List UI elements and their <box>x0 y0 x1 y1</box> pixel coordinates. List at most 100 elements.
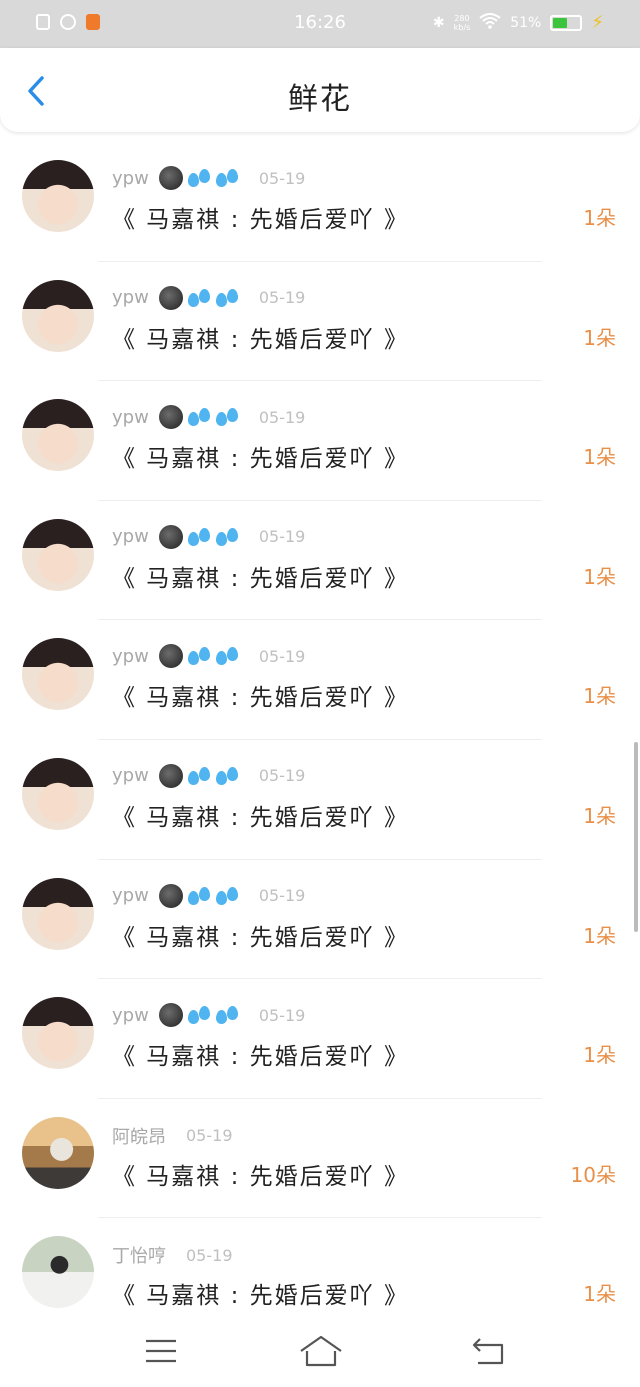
name-emoji <box>158 1003 239 1028</box>
battery-percent: 51% <box>510 14 542 31</box>
dark-moon-icon <box>158 405 183 430</box>
network-speed: 280 kb/s <box>453 13 471 32</box>
gift-date: 05-19 <box>258 886 306 906</box>
sweat-drops-icon <box>187 405 211 429</box>
avatar[interactable] <box>22 1236 94 1309</box>
gift-date: 05-19 <box>258 1005 306 1025</box>
user-name: ypw <box>112 645 149 667</box>
name-emoji <box>158 166 239 190</box>
gift-date: 05-19 <box>186 1245 233 1265</box>
gift-date: 05-19 <box>186 1126 233 1146</box>
list-item[interactable]: ypw 05-19 《 马嘉祺 : 先婚后爱吖 》 1朵 <box>0 979 640 1099</box>
user-name: ypw <box>112 167 149 189</box>
item-meta: ypw 05-19 <box>112 405 306 430</box>
avatar[interactable] <box>22 518 94 591</box>
name-emoji <box>158 405 239 430</box>
sweat-drops-icon <box>215 1003 239 1027</box>
gift-date: 05-19 <box>258 527 306 547</box>
user-name: ypw <box>112 287 149 309</box>
book-title: 《 马嘉祺 : 先婚后爱吖 》 <box>112 446 409 473</box>
gift-date: 05-19 <box>258 407 306 427</box>
list-item[interactable]: 阿皖昂 05-19 《 马嘉祺 : 先婚后爱吖 》 10朵 <box>0 1099 640 1219</box>
dark-moon-icon <box>158 285 183 310</box>
list-item[interactable]: ypw 05-19 《 马嘉祺 : 先婚后爱吖 》 1朵 <box>0 860 640 980</box>
home-button[interactable] <box>298 1331 344 1371</box>
list-item[interactable]: ypw 05-19 《 马嘉祺 : 先婚后爱吖 》 1朵 <box>0 381 640 501</box>
name-emoji <box>158 644 239 669</box>
item-meta: ypw 05-19 <box>112 883 306 908</box>
sweat-drops-icon <box>187 525 211 549</box>
user-name: 阿皖昂 <box>112 1126 166 1148</box>
item-meta: ypw 05-19 <box>112 763 305 788</box>
user-name: ypw <box>112 526 149 548</box>
book-title: 《 马嘉祺 : 先婚后爱吖 》 <box>112 1163 409 1190</box>
flower-count: 1朵 <box>583 325 616 350</box>
scrollbar[interactable] <box>634 742 638 932</box>
dark-moon-icon <box>158 1003 183 1028</box>
list-item[interactable]: ypw 05-19 《 马嘉祺 : 先婚后爱吖 》 1朵 <box>0 740 640 860</box>
flower-count: 10朵 <box>570 1162 616 1187</box>
book-title: 《 马嘉祺 : 先婚后爱吖 》 <box>112 804 409 831</box>
user-name: 丁怡哼 <box>112 1246 166 1268</box>
sweat-drops-icon <box>187 644 211 668</box>
flower-count: 1朵 <box>583 803 616 828</box>
item-meta: ypw 05-19 <box>112 644 306 669</box>
list-item[interactable]: ypw 05-19 《 马嘉祺 : 先婚后爱吖 》 1朵 <box>0 620 640 740</box>
item-meta: ypw 05-19 <box>112 166 305 190</box>
user-name: ypw <box>112 1004 149 1026</box>
name-emoji <box>158 524 239 549</box>
sweat-drops-icon <box>215 644 239 668</box>
book-title: 《 马嘉祺 : 先婚后爱吖 》 <box>112 1044 409 1071</box>
book-title: 《 马嘉祺 : 先婚后爱吖 》 <box>112 924 409 951</box>
avatar[interactable] <box>22 638 94 711</box>
flower-count: 1朵 <box>583 206 616 230</box>
item-meta: ypw 05-19 <box>112 524 306 549</box>
back-icon <box>472 1338 504 1365</box>
status-icons-right: ✱ 280 kb/s 51% ⚡ <box>433 12 604 33</box>
dark-moon-icon <box>158 524 183 549</box>
name-emoji <box>158 883 239 908</box>
avatar[interactable] <box>22 160 94 232</box>
dark-moon-icon <box>158 763 183 788</box>
flower-count: 1朵 <box>583 684 616 709</box>
book-title: 《 马嘉祺 : 先婚后爱吖 》 <box>112 326 409 353</box>
status-bar: 16:26 ✱ 280 kb/s 51% ⚡ <box>0 0 640 48</box>
sweat-drops-icon <box>187 1003 211 1027</box>
menu-icon <box>146 1339 176 1363</box>
gift-date: 05-19 <box>258 288 306 308</box>
bluetooth-icon: ✱ <box>432 14 445 31</box>
list-item[interactable]: ypw 05-19 《 马嘉祺 : 先婚后爱吖 》 1朵 <box>0 142 640 262</box>
item-meta: 阿皖昂 05-19 <box>112 1123 233 1149</box>
book-title: 《 马嘉祺 : 先婚后爱吖 》 <box>112 1283 409 1310</box>
menu-button[interactable] <box>144 1331 184 1371</box>
avatar[interactable] <box>22 399 94 472</box>
sweat-drops-icon <box>215 525 239 549</box>
flower-count: 1朵 <box>583 445 616 470</box>
avatar[interactable] <box>22 757 94 830</box>
user-name: ypw <box>112 765 149 787</box>
flower-count: 1朵 <box>583 923 616 948</box>
name-emoji <box>158 285 239 310</box>
book-title: 《 马嘉祺 : 先婚后爱吖 》 <box>112 565 409 592</box>
battery-icon <box>550 14 583 31</box>
sweat-drops-icon <box>215 166 239 190</box>
wifi-icon <box>479 12 501 33</box>
avatar[interactable] <box>22 877 94 950</box>
user-name: ypw <box>112 885 149 907</box>
sweat-drops-icon <box>215 405 239 429</box>
dark-moon-icon <box>158 644 183 669</box>
charging-icon: ⚡ <box>591 12 604 33</box>
back-nav-button[interactable] <box>470 1331 510 1371</box>
avatar[interactable] <box>22 997 94 1070</box>
list-item[interactable]: ypw 05-19 《 马嘉祺 : 先婚后爱吖 》 1朵 <box>0 262 640 382</box>
dark-moon-icon <box>158 166 183 190</box>
list-item[interactable]: ypw 05-19 《 马嘉祺 : 先婚后爱吖 》 1朵 <box>0 501 640 621</box>
avatar[interactable] <box>22 1116 94 1189</box>
avatar[interactable] <box>22 279 94 352</box>
book-title: 《 马嘉祺 : 先婚后爱吖 》 <box>112 685 409 712</box>
page-title: 鲜花 <box>288 82 352 117</box>
name-emoji <box>158 763 239 788</box>
sweat-drops-icon <box>187 764 211 788</box>
gift-date: 05-19 <box>258 646 306 666</box>
sweat-drops-icon <box>215 286 239 310</box>
